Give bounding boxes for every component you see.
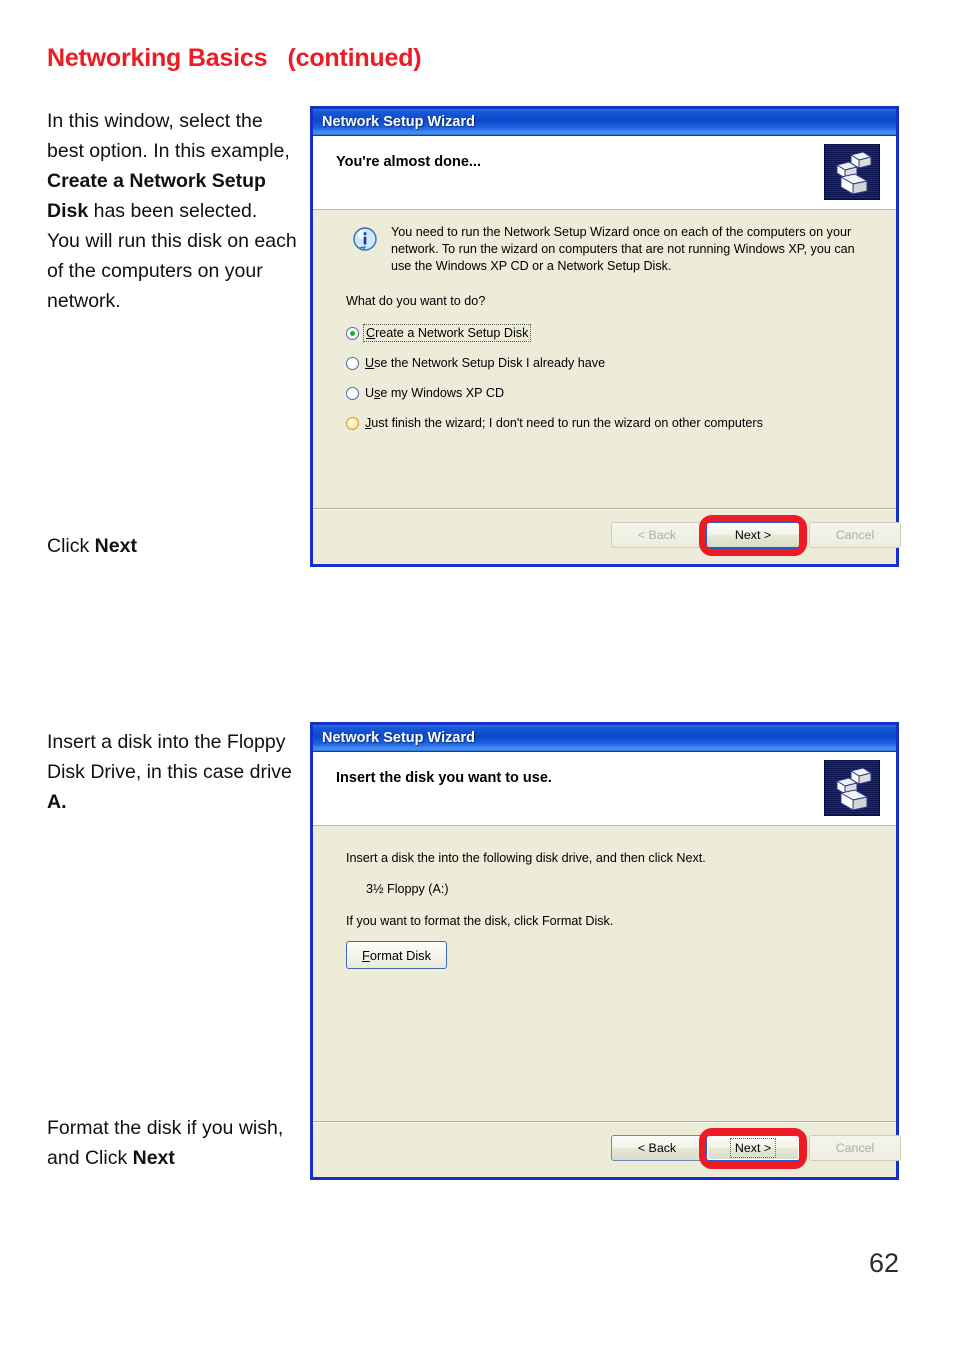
radio-label-just-finish[interactable]: Just finish the wizard; I don't need to … bbox=[365, 416, 763, 430]
dialog-2-header: Insert the disk you want to use. bbox=[313, 752, 896, 826]
format-disk-button-text: ormat Disk bbox=[369, 947, 431, 963]
information-icon bbox=[351, 226, 381, 256]
back-button[interactable]: < Back bbox=[611, 1135, 703, 1161]
network-computers-icon bbox=[824, 760, 880, 816]
network-computers-icon bbox=[824, 144, 880, 200]
accel-char: U bbox=[365, 356, 375, 370]
dialog-2-footer: < Back Next > Cancel bbox=[313, 1121, 901, 1177]
accel-char: F bbox=[362, 947, 370, 963]
cancel-button[interactable]: Cancel bbox=[809, 1135, 901, 1161]
format-disk-button[interactable]: Format Disk bbox=[346, 941, 447, 969]
network-setup-wizard-dialog-1: Network Setup Wizard You're almost done.… bbox=[310, 106, 901, 567]
dialog-1-header-title: You're almost done... bbox=[336, 154, 481, 170]
dialog-2-drive-label: 3½ Floppy (A:) bbox=[366, 882, 449, 896]
radio-indicator-just-finish[interactable] bbox=[346, 416, 359, 430]
dialog-1-titlebar: Network Setup Wizard bbox=[313, 109, 896, 136]
radio-label-create-disk[interactable]: Create a Network Setup Disk bbox=[362, 324, 532, 342]
cancel-button-label: Cancel bbox=[835, 1141, 875, 1155]
format-disk-button-label: Format Disk bbox=[362, 948, 431, 963]
radio-label-use-existing-disk[interactable]: Use the Network Setup Disk I already hav… bbox=[365, 356, 605, 370]
dialog-2-titlebar: Network Setup Wizard bbox=[313, 725, 896, 752]
dialog-1-radio-group: Create a Network Setup Disk Use the Netw… bbox=[346, 318, 876, 438]
network-setup-wizard-dialog-2: Network Setup Wizard Insert the disk you… bbox=[310, 722, 901, 1180]
instruction-3-text: Insert a disk into the Floppy Disk Drive… bbox=[47, 731, 292, 783]
instruction-3-bold: A. bbox=[47, 791, 67, 813]
radio-indicator-use-existing-disk[interactable] bbox=[346, 356, 359, 370]
radio-option-use-xp-cd[interactable]: Use my Windows XP CD bbox=[346, 378, 876, 408]
page-number: 62 bbox=[868, 1248, 899, 1278]
accel-char: C bbox=[366, 326, 376, 340]
radio-label-text: reate a Network Setup Disk bbox=[375, 326, 529, 340]
dialog-1-info-text: You need to run the Network Setup Wizard… bbox=[391, 225, 855, 273]
back-button[interactable]: < Back bbox=[611, 522, 703, 548]
dialog-1-footer: < Back Next > Cancel bbox=[313, 508, 901, 564]
back-button-label: < Back bbox=[637, 1141, 677, 1155]
radio-label-prefix: U bbox=[365, 386, 375, 400]
next-button[interactable]: Next > bbox=[705, 521, 801, 549]
radio-label-text: se the Network Setup Disk I already have bbox=[374, 356, 606, 370]
radio-indicator-use-xp-cd[interactable] bbox=[346, 386, 359, 400]
radio-label-text: ust finish the wizard; I don't need to r… bbox=[371, 416, 763, 430]
dialog-2-instruction-line: Insert a disk the into the following dis… bbox=[346, 851, 706, 865]
radio-indicator-create-disk[interactable] bbox=[346, 326, 359, 340]
radio-option-use-existing-disk[interactable]: Use the Network Setup Disk I already hav… bbox=[346, 348, 876, 378]
cancel-button-label: Cancel bbox=[835, 528, 875, 542]
footer-divider bbox=[313, 1121, 896, 1123]
instruction-2-bold: Next bbox=[94, 535, 137, 557]
footer-divider bbox=[313, 508, 896, 510]
instruction-block-1: In this window, select the best option. … bbox=[47, 106, 297, 316]
dialog-2-format-hint: If you want to format the disk, click Fo… bbox=[346, 914, 614, 928]
instruction-block-4: Format the disk if you wish, and Click N… bbox=[47, 1113, 297, 1173]
page-title: Networking Basics (continued) bbox=[47, 44, 422, 72]
dialog-2-body: Insert a disk the into the following dis… bbox=[313, 826, 896, 1128]
back-button-label: < Back bbox=[637, 528, 677, 542]
cancel-button[interactable]: Cancel bbox=[809, 522, 901, 548]
dialog-1-question: What do you want to do? bbox=[346, 294, 486, 308]
dialog-2-header-title: Insert the disk you want to use. bbox=[336, 770, 552, 786]
instruction-1-text-a: In this window, select the best option. … bbox=[47, 110, 290, 162]
radio-option-just-finish[interactable]: Just finish the wizard; I don't need to … bbox=[346, 408, 876, 438]
dialog-1-title: Network Setup Wizard bbox=[322, 114, 475, 130]
dialog-1-body: You need to run the Network Setup Wizard… bbox=[313, 210, 896, 515]
radio-label-use-xp-cd[interactable]: Use my Windows XP CD bbox=[365, 386, 504, 400]
instruction-2-text: Click bbox=[47, 535, 95, 557]
dialog-2-title: Network Setup Wizard bbox=[322, 730, 475, 746]
instruction-block-3: Insert a disk into the Floppy Disk Drive… bbox=[47, 727, 297, 817]
next-button[interactable]: Next > bbox=[705, 1134, 801, 1162]
radio-label-text: e my Windows XP CD bbox=[380, 386, 505, 400]
instruction-4-bold: Next bbox=[132, 1147, 175, 1169]
next-button-label: Next > bbox=[729, 1138, 777, 1158]
next-button-label: Next > bbox=[734, 528, 772, 542]
dialog-1-header: You're almost done... bbox=[313, 136, 896, 210]
radio-option-create-disk[interactable]: Create a Network Setup Disk bbox=[346, 318, 876, 348]
instruction-block-2: Click Next bbox=[47, 531, 297, 561]
